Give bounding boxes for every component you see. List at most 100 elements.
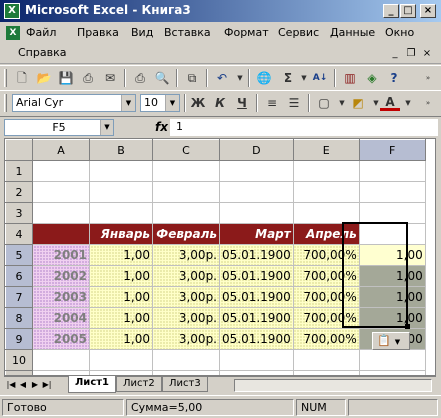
cell[interactable]: 2003 xyxy=(32,286,90,308)
sheet-tab-2[interactable]: Лист2 xyxy=(116,377,162,392)
horizontal-scrollbar[interactable] xyxy=(234,379,432,392)
cell[interactable]: 05.01.1900 xyxy=(219,286,294,308)
email-icon[interactable]: ✉ xyxy=(100,68,120,88)
sort-ascending-icon[interactable]: A↓ xyxy=(310,68,330,88)
sheet-tab-1[interactable]: Лист1 xyxy=(68,376,116,393)
column-header[interactable]: C xyxy=(152,139,220,161)
cell[interactable]: 700,00% xyxy=(292,286,360,308)
column-header[interactable]: B xyxy=(89,139,153,161)
row-header[interactable]: 10 xyxy=(5,349,33,371)
cell[interactable] xyxy=(292,202,360,224)
row-header[interactable]: 5 xyxy=(5,244,33,266)
toolbar-options-icon[interactable]: » xyxy=(418,93,438,113)
excel-app-icon[interactable]: X xyxy=(4,3,20,19)
align-left-icon[interactable]: ≡ xyxy=(262,93,282,113)
cell[interactable] xyxy=(219,160,294,182)
cell[interactable] xyxy=(32,160,90,182)
active-cell[interactable]: 1,00 xyxy=(358,244,426,266)
cell[interactable] xyxy=(358,181,426,203)
cell[interactable] xyxy=(89,181,153,203)
mdi-close-button[interactable]: × xyxy=(420,48,434,60)
cell[interactable]: 3,00р. xyxy=(152,265,220,287)
open-folder-icon[interactable]: 📂 xyxy=(34,68,54,88)
sheet-tab-3[interactable]: Лист3 xyxy=(162,377,208,392)
row-header[interactable]: 2 xyxy=(5,181,33,203)
undo-dropdown-icon[interactable]: ▼ xyxy=(230,68,250,88)
selected-cell[interactable]: 1,00 xyxy=(358,307,426,329)
last-sheet-icon[interactable]: ▶| xyxy=(42,379,52,391)
font-color-icon[interactable]: A xyxy=(380,93,400,111)
cell[interactable] xyxy=(358,202,426,224)
close-button[interactable]: × xyxy=(420,4,436,18)
column-header[interactable]: A xyxy=(32,139,90,161)
undo-icon[interactable]: ↶ xyxy=(212,68,232,88)
formula-input[interactable]: 1 xyxy=(170,119,438,136)
toolbar-grip[interactable] xyxy=(4,69,7,87)
column-header[interactable]: D xyxy=(219,139,294,161)
paste-options-button[interactable]: 📋 ▼ xyxy=(372,332,410,350)
menu-window[interactable]: Окно xyxy=(385,26,414,39)
menu-view[interactable]: Вид xyxy=(131,26,153,39)
selected-cell[interactable]: 1,00 xyxy=(358,286,426,308)
cell[interactable] xyxy=(292,349,360,371)
save-icon[interactable]: 💾 xyxy=(56,68,76,88)
toolbar-grip[interactable] xyxy=(4,94,7,112)
cell[interactable] xyxy=(32,202,90,224)
cell[interactable] xyxy=(292,160,360,182)
menu-edit[interactable]: Правка xyxy=(77,26,119,39)
cell[interactable]: 700,00% xyxy=(292,328,360,350)
maximize-button[interactable]: □ xyxy=(400,4,416,18)
print-preview-icon[interactable]: 🔍 xyxy=(152,68,172,88)
new-document-icon[interactable]: 🗋 xyxy=(12,68,32,88)
cell[interactable] xyxy=(89,160,153,182)
cell[interactable] xyxy=(152,349,220,371)
cell[interactable]: 05.01.1900 xyxy=(219,307,294,329)
cell[interactable] xyxy=(152,181,220,203)
first-sheet-icon[interactable]: |◀ xyxy=(6,379,16,391)
row-header[interactable]: 3 xyxy=(5,202,33,224)
cell[interactable] xyxy=(292,181,360,203)
font-size-select[interactable]: 10 ▼ xyxy=(140,94,180,112)
bold-button[interactable]: Ж xyxy=(188,93,208,113)
permission-icon[interactable]: ⎙ xyxy=(78,68,98,88)
font-name-select[interactable]: Arial Cyr ▼ xyxy=(12,94,136,112)
cell[interactable] xyxy=(219,349,294,371)
row-header[interactable]: 4 xyxy=(5,223,33,245)
cell[interactable]: 2005 xyxy=(32,328,90,350)
cell[interactable]: 3,00р. xyxy=(152,286,220,308)
cell[interactable]: 2002 xyxy=(32,265,90,287)
header-cell[interactable]: Март xyxy=(219,223,294,245)
cell[interactable]: 3,00р. xyxy=(152,307,220,329)
cell[interactable]: 3,00р. xyxy=(152,244,220,266)
italic-button[interactable]: К xyxy=(210,93,230,113)
drawing-icon[interactable]: ◈ xyxy=(362,68,382,88)
header-cell[interactable]: Январь xyxy=(89,223,153,245)
chevron-down-icon[interactable]: ▼ xyxy=(100,120,113,135)
row-header[interactable]: 9 xyxy=(5,328,33,350)
cell[interactable]: 1,00 xyxy=(89,328,153,350)
mdi-restore-button[interactable]: ❐ xyxy=(404,48,418,60)
column-header-active[interactable]: F xyxy=(358,139,426,161)
toolbar-options-icon[interactable]: » xyxy=(418,68,438,88)
underline-button[interactable]: Ч xyxy=(232,93,252,113)
cell[interactable] xyxy=(358,160,426,182)
font-color-dropdown-icon[interactable]: ▼ xyxy=(398,93,418,113)
prev-sheet-icon[interactable]: ◀ xyxy=(18,379,28,391)
header-cell[interactable]: Апрель xyxy=(292,223,360,245)
fill-handle[interactable] xyxy=(405,324,410,329)
cell[interactable]: 700,00% xyxy=(292,307,360,329)
cell[interactable]: 05.01.1900 xyxy=(219,244,294,266)
chevron-down-icon[interactable]: ▼ xyxy=(165,95,179,111)
row-header[interactable]: 1 xyxy=(5,160,33,182)
cell[interactable] xyxy=(32,181,90,203)
cell[interactable]: 700,00% xyxy=(292,265,360,287)
cell[interactable]: 05.01.1900 xyxy=(219,265,294,287)
cell[interactable] xyxy=(32,349,90,371)
menu-data[interactable]: Данные xyxy=(330,26,375,39)
help-icon[interactable]: ? xyxy=(384,68,404,88)
cell[interactable] xyxy=(89,202,153,224)
cell[interactable]: 1,00 xyxy=(89,244,153,266)
cell[interactable]: 700,00% xyxy=(292,244,360,266)
copy-icon[interactable]: ⧉ xyxy=(182,68,202,88)
name-box[interactable]: F5 ▼ xyxy=(4,119,114,136)
